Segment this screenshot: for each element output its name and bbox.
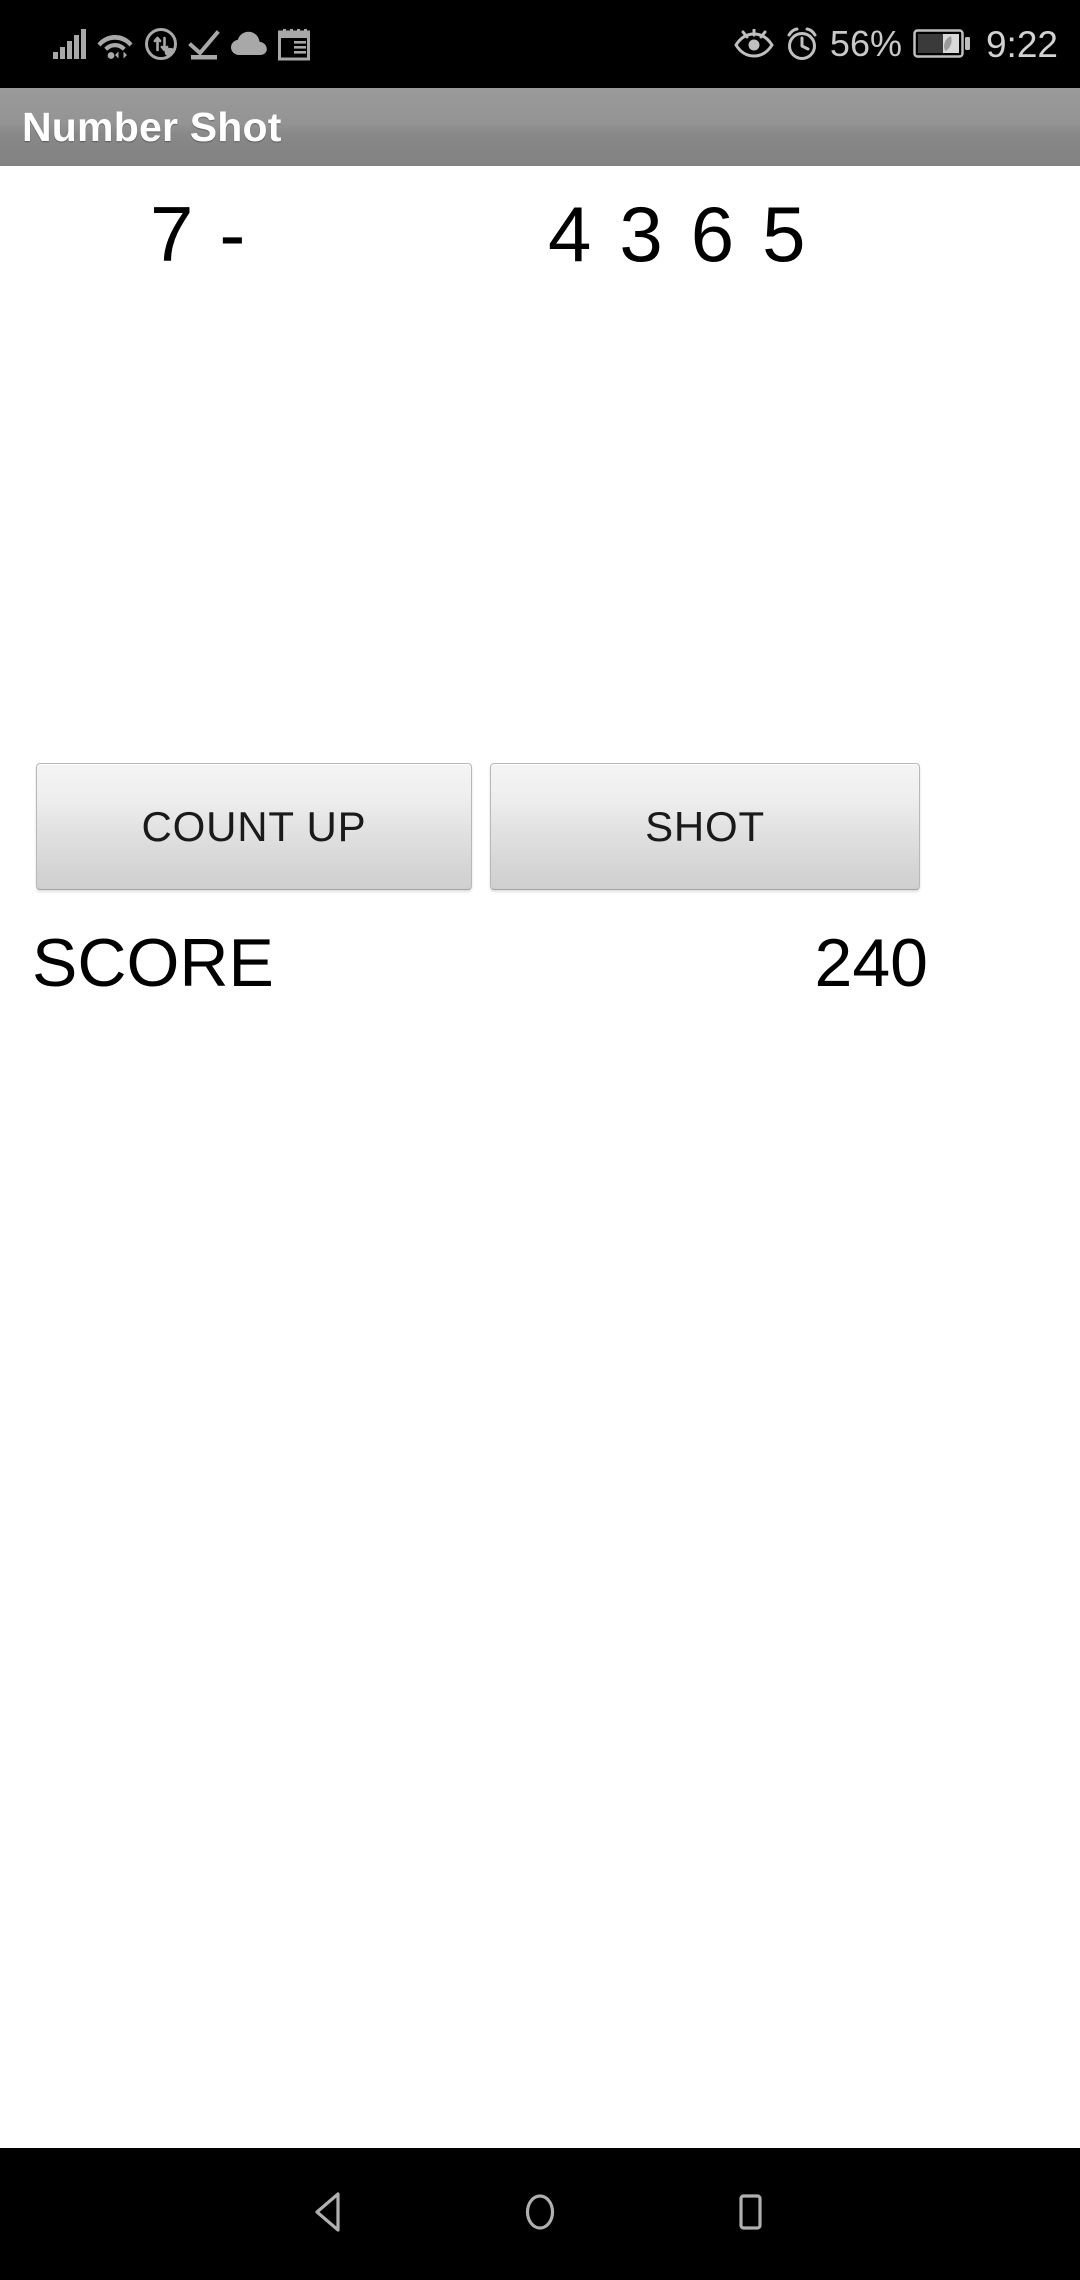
navigation-bar <box>0 2148 1080 2280</box>
nav-back-button[interactable] <box>225 2148 435 2280</box>
nav-home-button[interactable] <box>435 2148 645 2280</box>
status-bar-left-icons <box>52 27 310 61</box>
guess-digit-2: 3 <box>619 190 663 278</box>
back-icon <box>307 2189 353 2240</box>
number-display-row: 7 - 4 3 6 5 <box>0 186 1080 282</box>
app-content: 7 - 4 3 6 5 COUNT UP SHOT SCORE 240 <box>0 166 1080 2148</box>
target-number: 7 <box>150 190 194 278</box>
status-bar-right-icons: 56% 9:22 <box>734 26 1058 63</box>
shot-button-label: SHOT <box>645 802 765 850</box>
battery-percent-label: 56% <box>829 23 902 64</box>
guess-digit-1: 4 <box>548 190 592 278</box>
target-number-group: 7 - <box>150 195 245 273</box>
action-button-row: COUNT UP SHOT <box>0 763 1080 890</box>
status-bar: 56% 9:22 <box>0 0 1080 88</box>
alarm-icon <box>785 27 819 61</box>
guess-digits-group: 4 3 6 5 <box>548 195 806 273</box>
count-up-button[interactable]: COUNT UP <box>36 763 472 890</box>
score-row: SCORE 240 <box>0 929 1080 1009</box>
wifi-icon <box>96 28 134 60</box>
guess-digit-4: 5 <box>762 190 806 278</box>
nav-recents-button[interactable] <box>645 2148 855 2280</box>
battery-saver-icon <box>913 29 971 59</box>
action-bar: Number Shot <box>0 88 1080 166</box>
signal-bars-icon <box>52 28 86 60</box>
eye-comfort-icon <box>734 29 774 59</box>
cloud-icon <box>230 30 268 58</box>
status-bar-clock: 9:22 <box>985 23 1058 65</box>
home-icon <box>517 2189 563 2240</box>
score-value: 240 <box>814 925 928 1001</box>
shot-button[interactable]: SHOT <box>490 763 920 890</box>
separator-dash: - <box>219 190 246 278</box>
count-up-button-label: COUNT UP <box>141 802 367 850</box>
calendar-icon <box>278 27 310 61</box>
score-label: SCORE <box>32 925 274 1001</box>
nav-spacer-right <box>855 2148 967 2280</box>
nav-spacer-left <box>113 2148 225 2280</box>
app-title: Number Shot <box>22 103 282 150</box>
recents-icon <box>727 2189 773 2240</box>
download-complete-icon <box>188 28 220 60</box>
data-saver-icon <box>144 27 178 61</box>
guess-digit-3: 6 <box>690 190 735 278</box>
